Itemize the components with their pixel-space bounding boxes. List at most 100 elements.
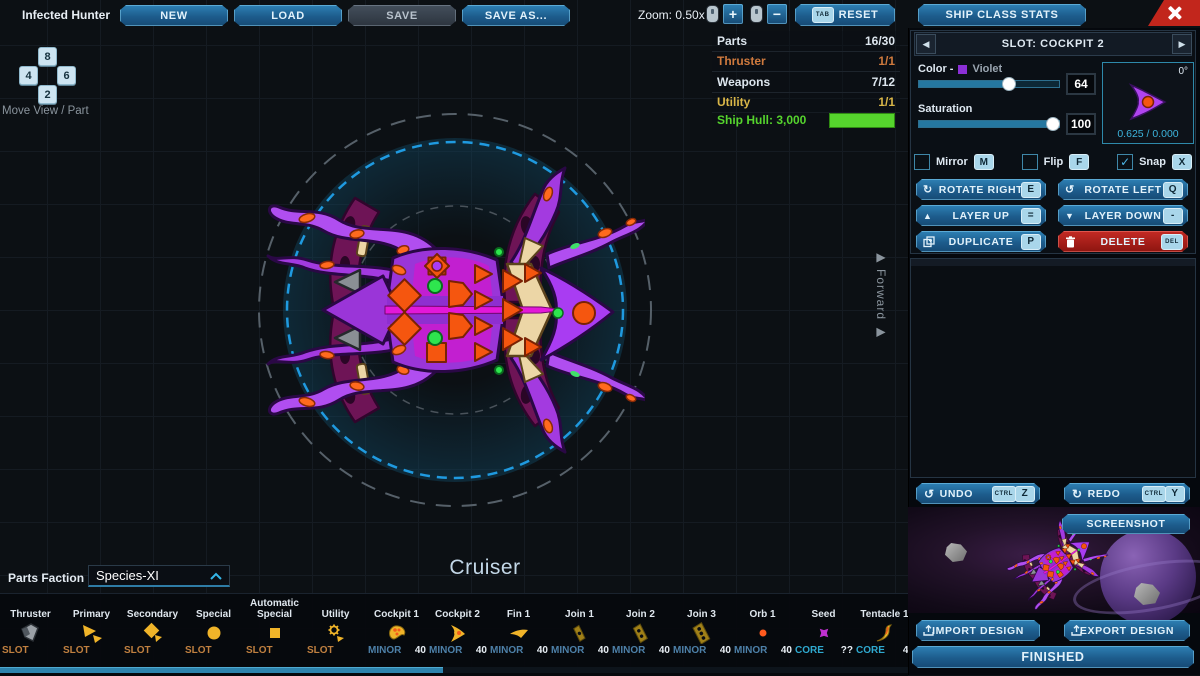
ctrl-keycap: CTRL: [992, 486, 1016, 502]
tab-keycap: TAB: [812, 7, 834, 23]
part-item-utility[interactable]: Utility SLOT: [305, 597, 366, 659]
special-icon: [183, 620, 244, 645]
prev-slot-button[interactable]: ◀: [916, 34, 936, 54]
color-slider-thumb[interactable]: [1001, 77, 1016, 91]
part-footer: SLOT: [185, 645, 212, 656]
parts-faction-value: Species-XI: [96, 568, 159, 583]
close-button[interactable]: [1148, 0, 1200, 26]
layer-down-button[interactable]: ▼ LAYER DOWN -: [1058, 205, 1188, 226]
duplicate-keycap: P: [1021, 234, 1041, 250]
ship-class-stats-button[interactable]: SHIP CLASS STATS: [918, 4, 1086, 26]
reset-view-button[interactable]: TAB RESET: [795, 4, 895, 26]
hull-bar: [829, 112, 895, 128]
part-footer: CORE??: [795, 645, 853, 656]
stat-row: Thruster 1/1: [712, 51, 900, 72]
load-button[interactable]: LOAD: [234, 5, 342, 26]
part-footer: SLOT: [307, 645, 334, 656]
rotate-left-button[interactable]: ↺ ROTATE LEFT Q: [1058, 179, 1188, 200]
part-name: Join 1: [565, 609, 594, 620]
auto-special-icon: [244, 620, 305, 645]
move-keys-label: Move View / Part: [2, 105, 89, 117]
part-item-special[interactable]: Special SLOT: [183, 597, 244, 659]
part-name: Cockpit 2: [434, 609, 480, 620]
move-right-key[interactable]: 6: [57, 66, 76, 85]
snap-checkbox[interactable]: ✓: [1117, 154, 1134, 170]
stat-row: Weapons 7/12: [712, 72, 900, 93]
color-value[interactable]: 64: [1066, 73, 1096, 95]
color-slider[interactable]: [918, 77, 1060, 91]
ship-design[interactable]: [265, 160, 645, 460]
undo-button[interactable]: ↺ UNDO CTRL Z: [916, 483, 1040, 504]
part-stats-panel: Parts 16/30 Thruster 1/1 Weapons 7/12 Utility 1…: [712, 31, 900, 113]
part-item-join-1[interactable]: Join 1 MINOR 40: [549, 597, 610, 659]
part-name: Special: [195, 609, 232, 620]
cockpit-part-icon: [1128, 83, 1167, 121]
mirror-label: Mirror: [936, 156, 968, 168]
duplicate-button[interactable]: DUPLICATE P: [916, 231, 1046, 252]
delete-button[interactable]: DELETE DEL: [1058, 231, 1188, 252]
rotate-cw-icon: ↻: [923, 184, 933, 196]
move-left-key[interactable]: 4: [19, 66, 38, 85]
next-slot-button[interactable]: ▶: [1172, 34, 1192, 54]
undo-icon: ↺: [924, 486, 935, 501]
trash-icon: [1065, 236, 1076, 248]
redo-keycap: Y: [1165, 486, 1185, 502]
saturation-value[interactable]: 100: [1066, 113, 1096, 135]
saturation-slider[interactable]: [918, 117, 1061, 131]
layers-panel: [910, 258, 1196, 478]
toggle-row: Mirror M Flip F ✓ Snap X: [914, 152, 1192, 172]
triangle-down-icon: ▼: [1065, 210, 1075, 221]
rotate-right-button[interactable]: ↻ ROTATE RIGHT E: [916, 179, 1046, 200]
seed-icon: [793, 620, 854, 645]
part-item-orb-1[interactable]: Orb 1 MINOR 40: [732, 597, 793, 659]
zoom-in-button[interactable]: +: [723, 4, 743, 24]
part-item-secondary[interactable]: Secondary SLOT: [122, 597, 183, 659]
parts-faction-select[interactable]: Species-XI: [88, 565, 230, 587]
layer-up-button[interactable]: ▲ LAYER UP =: [916, 205, 1046, 226]
part-item-join-3[interactable]: Join 3 MINOR 40: [671, 597, 732, 659]
part-item-seed[interactable]: Seed CORE??: [793, 597, 854, 659]
export-design-button[interactable]: EXPORT DESIGN: [1064, 620, 1190, 641]
save-as-button[interactable]: SAVE AS...: [462, 5, 570, 26]
part-name: Join 2: [626, 609, 655, 620]
part-name: Orb 1: [749, 609, 776, 620]
part-item-thruster[interactable]: Thruster SLOT: [0, 597, 61, 659]
join1-icon: [549, 620, 610, 645]
finished-button[interactable]: FINISHED: [912, 646, 1194, 668]
part-item-cockpit-1[interactable]: Cockpit 1 MINOR 40: [366, 597, 427, 659]
export-icon: [1071, 625, 1082, 636]
chevron-up-icon: [210, 572, 222, 580]
parts-faction-label: Parts Faction: [8, 571, 85, 585]
part-item-tentacle-1[interactable]: Tentacle 1 CORE40: [854, 597, 908, 659]
x-mark-icon: [1166, 5, 1182, 21]
join2-icon: [610, 620, 671, 645]
part-footer: SLOT: [63, 645, 90, 656]
mirror-checkbox[interactable]: [914, 154, 930, 170]
flip-checkbox[interactable]: [1021, 154, 1038, 170]
part-item-join-2[interactable]: Join 2 MINOR 40: [610, 597, 671, 659]
zoom-out-button[interactable]: −: [767, 4, 787, 24]
secondary-icon: [122, 620, 183, 645]
part-name: Secondary: [126, 609, 179, 620]
selected-part-preview: 0° 0.625 / 0.000: [1102, 62, 1194, 144]
parts-scrollbar-thumb[interactable]: [0, 667, 443, 673]
part-footer: MINOR 40: [551, 645, 609, 656]
save-button[interactable]: SAVE: [348, 5, 456, 26]
part-item-cockpit-2[interactable]: Cockpit 2 MINOR 40: [427, 597, 488, 659]
screenshot-button[interactable]: SCREENSHOT: [1062, 514, 1190, 534]
hull-row: Ship Hull: 3,000: [712, 110, 900, 130]
part-item-fin-1[interactable]: Fin 1 MINOR 40: [488, 597, 549, 659]
rotate-right-keycap: E: [1021, 182, 1041, 198]
move-down-key[interactable]: 2: [38, 85, 57, 104]
part-item-primary[interactable]: Primary SLOT: [61, 597, 122, 659]
part-item-automatic-special[interactable]: Automatic Special SLOT: [244, 597, 305, 659]
move-up-key[interactable]: 8: [38, 47, 57, 66]
join3-icon: [671, 620, 732, 645]
new-button[interactable]: NEW: [120, 5, 228, 26]
import-design-button[interactable]: IMPORT DESIGN: [916, 620, 1040, 641]
part-footer: SLOT: [246, 645, 273, 656]
utility-icon: [305, 620, 366, 645]
part-name: Cockpit 1: [373, 609, 419, 620]
redo-button[interactable]: ↻ REDO CTRL Y: [1064, 483, 1190, 504]
part-name: Join 3: [687, 609, 716, 620]
